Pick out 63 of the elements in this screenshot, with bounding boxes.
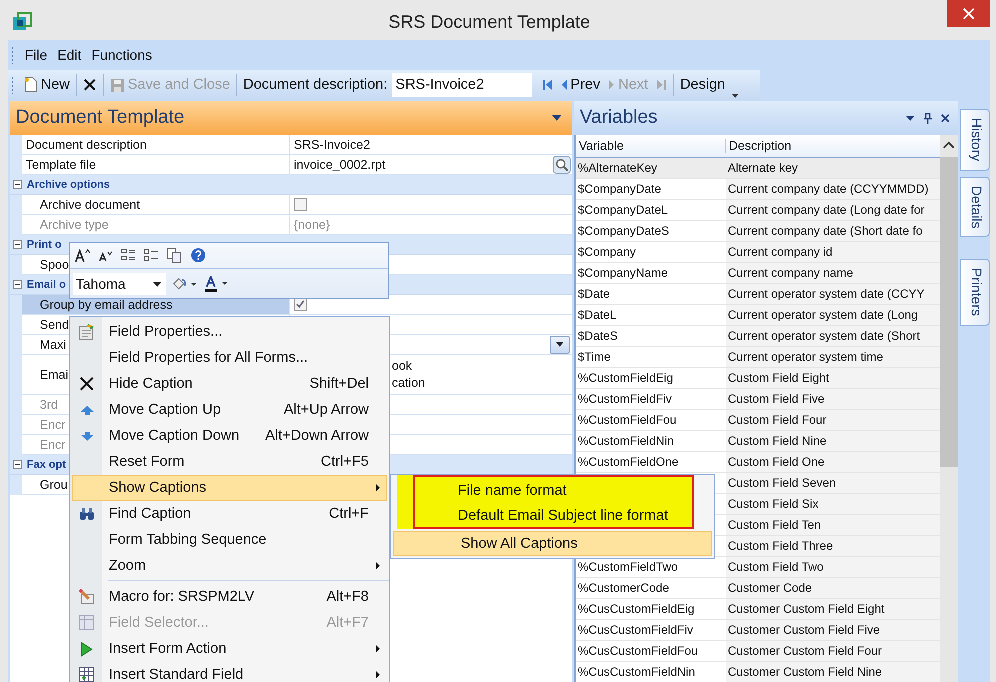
table-cell: %AlternateKey (578, 161, 658, 175)
table-cell: Customer Custom Field Eight (728, 602, 885, 616)
table-cell: $DateS (578, 329, 618, 343)
panel-title: Variables (580, 107, 658, 129)
table-cell: %CustomFieldTwo (578, 560, 678, 574)
table-cell: Custom Field Eight (728, 371, 830, 385)
table-cell: %CustomFieldEig (578, 371, 674, 385)
panel-title: Document Template (16, 107, 185, 129)
property-label: Document description (22, 135, 290, 154)
table-cell: Customer Code (728, 581, 812, 595)
table-cell: Current company date (CCYYMMDD) (728, 182, 929, 196)
table-cell: %CusCustomFieldEig (578, 602, 695, 616)
property-label: Archive document (22, 195, 290, 214)
property-value: {none} (294, 218, 330, 232)
window-title: SRS Document Template (388, 12, 592, 33)
table-cell: Custom Field Seven (728, 476, 836, 490)
table-cell: %CustomFieldOne (578, 455, 679, 469)
group-label: Archive options (27, 178, 110, 190)
property-value: cation (392, 374, 426, 392)
table-cell: %CustomFieldFiv (578, 392, 672, 406)
table-cell: Custom Field Ten (728, 518, 822, 532)
table-cell: $CompanyDate (578, 182, 662, 196)
table-cell: %CustomFieldNin (578, 434, 674, 448)
group-label: Email o (27, 278, 66, 290)
table-cell: Custom Field Nine (728, 434, 827, 448)
table-cell: Current company date (Short date fo (728, 224, 923, 238)
table-cell: $CompanyDateS (578, 224, 670, 238)
table-cell: Custom Field Six (728, 497, 819, 511)
table-cell: $Company (578, 245, 636, 259)
table-cell: $Date (578, 287, 610, 301)
group-label: Fax opt (27, 458, 66, 470)
table-cell: Current company name (728, 266, 854, 280)
table-cell: Custom Field Five (728, 392, 825, 406)
table-cell: Custom Field Four (728, 413, 827, 427)
property-value: invoice_0002.rpt (294, 158, 386, 172)
property-value: ook (392, 358, 414, 374)
table-cell: Current company date (Long date for (728, 203, 925, 217)
table-cell: Custom Field One (728, 455, 825, 469)
property-value: SRS-Invoice2 (294, 138, 370, 152)
table-cell: $DateL (578, 308, 617, 322)
table-cell: Alternate key (728, 161, 798, 175)
table-cell: $CompanyName (578, 266, 668, 280)
table-cell: Current company id (728, 245, 833, 259)
table-cell: Current operator system time (728, 350, 884, 364)
field-label: Document description: (242, 77, 389, 93)
table-cell: $Time (578, 350, 611, 364)
table-cell: Custom Field Two (728, 560, 824, 574)
table-cell: Current operator system date (CCYY (728, 287, 925, 301)
table-cell: %CustomFieldFou (578, 413, 677, 427)
table-cell: %CusCustomFieldNin (578, 665, 696, 679)
table-cell: Customer Custom Field Four (728, 644, 882, 658)
table-cell: %CusCustomFieldFou (578, 644, 698, 658)
table-cell: %CustomerCode (578, 581, 670, 595)
table-cell: %CusCustomFieldFiv (578, 623, 694, 637)
table-cell: $CompanyDateL (578, 203, 668, 217)
table-cell: Customer Custom Field Nine (728, 665, 882, 679)
table-cell: Custom Field Three (728, 539, 834, 553)
property-label: Archive type (22, 215, 290, 234)
table-cell: Customer Custom Field Five (728, 623, 880, 637)
table-cell: Current operator system date (Short (728, 329, 920, 343)
property-label: Template file (22, 155, 290, 174)
table-cell: Current operator system date (Long (728, 308, 918, 322)
group-label: Print o (27, 238, 62, 250)
